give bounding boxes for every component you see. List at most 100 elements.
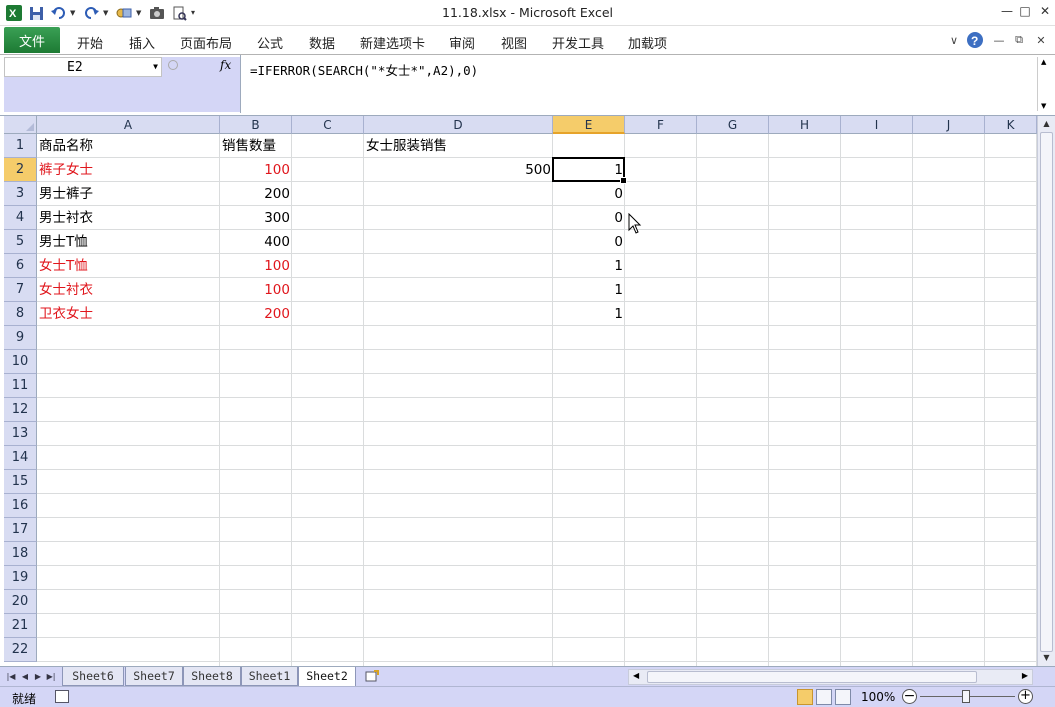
row-header-15[interactable]: 15 <box>4 470 37 494</box>
page-break-view-icon[interactable] <box>835 689 851 705</box>
scroll-up-arrow-icon[interactable]: ▲ <box>1038 116 1055 132</box>
column-header-c[interactable]: C <box>292 116 364 134</box>
cell-b6[interactable]: 100 <box>220 254 292 278</box>
column-header-d[interactable]: D <box>364 116 553 134</box>
zoom-level[interactable]: 100% <box>861 690 895 704</box>
scroll-up-icon[interactable]: ▲ <box>1041 58 1046 66</box>
scroll-down-icon[interactable]: ▼ <box>1041 102 1046 110</box>
scroll-down-arrow-icon[interactable]: ▼ <box>1038 650 1055 666</box>
cell-b4[interactable]: 300 <box>220 206 292 230</box>
sheet-tab-sheet1[interactable]: Sheet1 <box>241 667 298 686</box>
row-header-1[interactable]: 1 <box>4 134 37 158</box>
insert-sheet-icon[interactable] <box>364 670 380 684</box>
column-header-a[interactable]: A <box>37 116 220 134</box>
row-header-4[interactable]: 4 <box>4 206 37 230</box>
row-header-19[interactable]: 19 <box>4 566 37 590</box>
cell-e3[interactable]: 0 <box>553 182 625 206</box>
minimize-ribbon-icon[interactable]: ∨ <box>944 30 964 50</box>
tab-new-tab[interactable]: 新建选项卡 <box>360 33 425 52</box>
tab-data[interactable]: 数据 <box>309 33 335 52</box>
cell-d2[interactable]: 500 <box>364 158 553 182</box>
doc-close-icon[interactable]: ✕ <box>1031 30 1051 50</box>
cell-a5[interactable]: 男士T恤 <box>37 230 220 254</box>
row-header-10[interactable]: 10 <box>4 350 37 374</box>
page-layout-view-icon[interactable] <box>816 689 832 705</box>
sheet-tab-sheet6[interactable]: Sheet6 <box>62 667 124 686</box>
vertical-scroll-thumb[interactable] <box>1040 132 1053 652</box>
cell-a1[interactable]: 商品名称 <box>37 134 220 158</box>
column-header-i[interactable]: I <box>841 116 913 134</box>
cell-a7[interactable]: 女士衬衣 <box>37 278 220 302</box>
row-header-20[interactable]: 20 <box>4 590 37 614</box>
row-header-7[interactable]: 7 <box>4 278 37 302</box>
sheet-tab-sheet8[interactable]: Sheet8 <box>183 667 241 686</box>
scroll-right-arrow-icon[interactable]: ▶ <box>1022 671 1028 680</box>
sheet-tab-sheet2[interactable]: Sheet2 <box>298 667 356 687</box>
prev-sheet-icon[interactable]: ◀ <box>20 670 30 684</box>
formula-input[interactable]: =IFERROR(SEARCH("*女士*",A2),0) <box>250 60 478 79</box>
sheet-tab-sheet7[interactable]: Sheet7 <box>125 667 183 686</box>
cell-a6[interactable]: 女士T恤 <box>37 254 220 278</box>
formula-cancel-icon[interactable] <box>168 60 178 70</box>
cell-b1[interactable]: 销售数量 <box>220 134 292 158</box>
cell-a3[interactable]: 男士裤子 <box>37 182 220 206</box>
cell-e6[interactable]: 1 <box>553 254 625 278</box>
macro-record-icon[interactable] <box>55 690 69 703</box>
tab-view[interactable]: 视图 <box>501 33 527 52</box>
column-header-k[interactable]: K <box>985 116 1037 134</box>
row-header-11[interactable]: 11 <box>4 374 37 398</box>
horizontal-scroll-thumb[interactable] <box>647 671 977 683</box>
zoom-slider-thumb[interactable] <box>962 690 970 703</box>
cell-a2[interactable]: 裤子女士 <box>37 158 220 182</box>
row-header-8[interactable]: 8 <box>4 302 37 326</box>
formula-bar-scrollbar[interactable]: ▲ ▼ <box>1037 57 1051 111</box>
cell-b3[interactable]: 200 <box>220 182 292 206</box>
name-box[interactable]: E2 ▼ <box>4 57 162 77</box>
row-header-14[interactable]: 14 <box>4 446 37 470</box>
column-header-h[interactable]: H <box>769 116 841 134</box>
row-header-2[interactable]: 2 <box>4 158 37 182</box>
cell-e5[interactable]: 0 <box>553 230 625 254</box>
column-header-g[interactable]: G <box>697 116 769 134</box>
row-header-17[interactable]: 17 <box>4 518 37 542</box>
column-header-e[interactable]: E <box>553 116 625 134</box>
row-header-22[interactable]: 22 <box>4 638 37 662</box>
row-header-18[interactable]: 18 <box>4 542 37 566</box>
row-header-16[interactable]: 16 <box>4 494 37 518</box>
cell-b5[interactable]: 400 <box>220 230 292 254</box>
tab-add-ins[interactable]: 加载项 <box>628 33 667 52</box>
help-icon[interactable]: ? <box>965 30 985 50</box>
tab-formulas[interactable]: 公式 <box>257 33 283 52</box>
cell-b7[interactable]: 100 <box>220 278 292 302</box>
tab-page-layout[interactable]: 页面布局 <box>180 33 232 52</box>
column-header-j[interactable]: J <box>913 116 985 134</box>
first-sheet-icon[interactable]: |◀ <box>6 670 16 684</box>
next-sheet-icon[interactable]: ▶ <box>33 670 43 684</box>
cell-e7[interactable]: 1 <box>553 278 625 302</box>
normal-view-icon[interactable] <box>797 689 813 705</box>
cell-e4[interactable]: 0 <box>553 206 625 230</box>
vertical-scrollbar[interactable]: ▲ ▼ <box>1037 116 1055 666</box>
row-header-3[interactable]: 3 <box>4 182 37 206</box>
cell-b2[interactable]: 100 <box>220 158 292 182</box>
select-all-button[interactable] <box>4 116 37 134</box>
row-header-6[interactable]: 6 <box>4 254 37 278</box>
scroll-left-arrow-icon[interactable]: ◀ <box>633 671 639 680</box>
cell-d1[interactable]: 女士服装销售 <box>364 134 553 158</box>
cell-b8[interactable]: 200 <box>220 302 292 326</box>
tab-review[interactable]: 审阅 <box>449 33 475 52</box>
column-header-b[interactable]: B <box>220 116 292 134</box>
row-header-12[interactable]: 12 <box>4 398 37 422</box>
row-header-5[interactable]: 5 <box>4 230 37 254</box>
doc-minimize-icon[interactable]: — <box>989 30 1009 50</box>
insert-function-button[interactable]: fx <box>220 58 231 72</box>
tab-home[interactable]: 开始 <box>77 33 103 52</box>
zoom-in-icon[interactable]: + <box>1018 689 1033 704</box>
row-header-21[interactable]: 21 <box>4 614 37 638</box>
cell-a8[interactable]: 卫衣女士 <box>37 302 220 326</box>
restore-icon[interactable]: □ <box>1014 2 1036 20</box>
close-icon[interactable]: ✕ <box>1034 2 1055 20</box>
horizontal-scrollbar[interactable]: ◀ ▶ <box>628 669 1033 685</box>
column-header-f[interactable]: F <box>625 116 697 134</box>
cell-e8[interactable]: 1 <box>553 302 625 326</box>
